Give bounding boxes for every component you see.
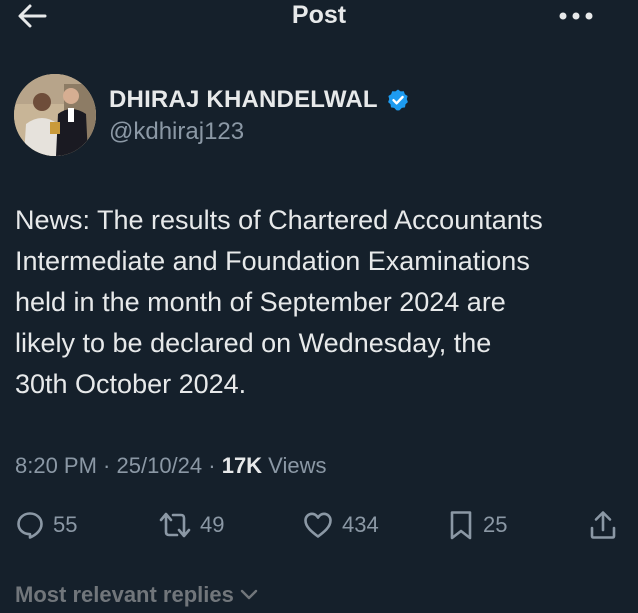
repost-count: 49 xyxy=(200,512,225,537)
user-handle[interactable]: @kdhiraj123 xyxy=(109,118,244,146)
share-button[interactable] xyxy=(588,505,618,545)
more-horizontal-icon xyxy=(559,12,593,20)
page-title: Post xyxy=(291,1,347,29)
views-label: Views xyxy=(262,453,327,478)
post-metadata: 8:20 PM · 25/10/24 · 17K Views xyxy=(15,452,326,480)
reply-button[interactable]: 55 xyxy=(15,505,77,545)
display-name[interactable]: DHIRAJ KHANDELWAL xyxy=(109,86,378,114)
repost-button[interactable]: 49 xyxy=(158,505,224,545)
like-count: 434 xyxy=(342,512,379,537)
post-date[interactable]: 25/10/24 xyxy=(117,453,203,478)
action-bar: 55 49 434 25 xyxy=(0,505,638,545)
post-author: DHIRAJ KHANDELWAL @kdhiraj123 xyxy=(14,74,624,158)
post-time[interactable]: 8:20 PM xyxy=(15,453,97,478)
share-icon xyxy=(590,511,616,539)
display-name-row: DHIRAJ KHANDELWAL xyxy=(109,86,410,114)
top-bar: Post xyxy=(0,0,638,36)
more-options-button[interactable] xyxy=(556,2,596,30)
replies-sort-dropdown[interactable]: Most relevant replies xyxy=(15,582,258,608)
heart-icon xyxy=(304,512,332,538)
reply-icon xyxy=(17,512,43,539)
bookmark-icon xyxy=(450,511,472,540)
post-text: News: The results of Chartered Accountan… xyxy=(15,205,543,399)
verified-badge-icon xyxy=(387,89,408,111)
chevron-down-icon xyxy=(240,589,258,600)
like-button[interactable]: 434 xyxy=(302,505,379,545)
bookmark-count: 25 xyxy=(483,512,508,537)
views-count[interactable]: 17K xyxy=(222,453,262,478)
avatar-photo xyxy=(14,74,96,156)
reply-count: 55 xyxy=(53,512,78,537)
meta-separator: · xyxy=(96,453,117,478)
meta-separator: · xyxy=(202,453,222,478)
replies-sort-label: Most relevant replies xyxy=(15,582,234,607)
avatar[interactable] xyxy=(14,74,96,156)
repost-icon xyxy=(159,512,191,538)
bookmark-button[interactable]: 25 xyxy=(447,505,507,545)
